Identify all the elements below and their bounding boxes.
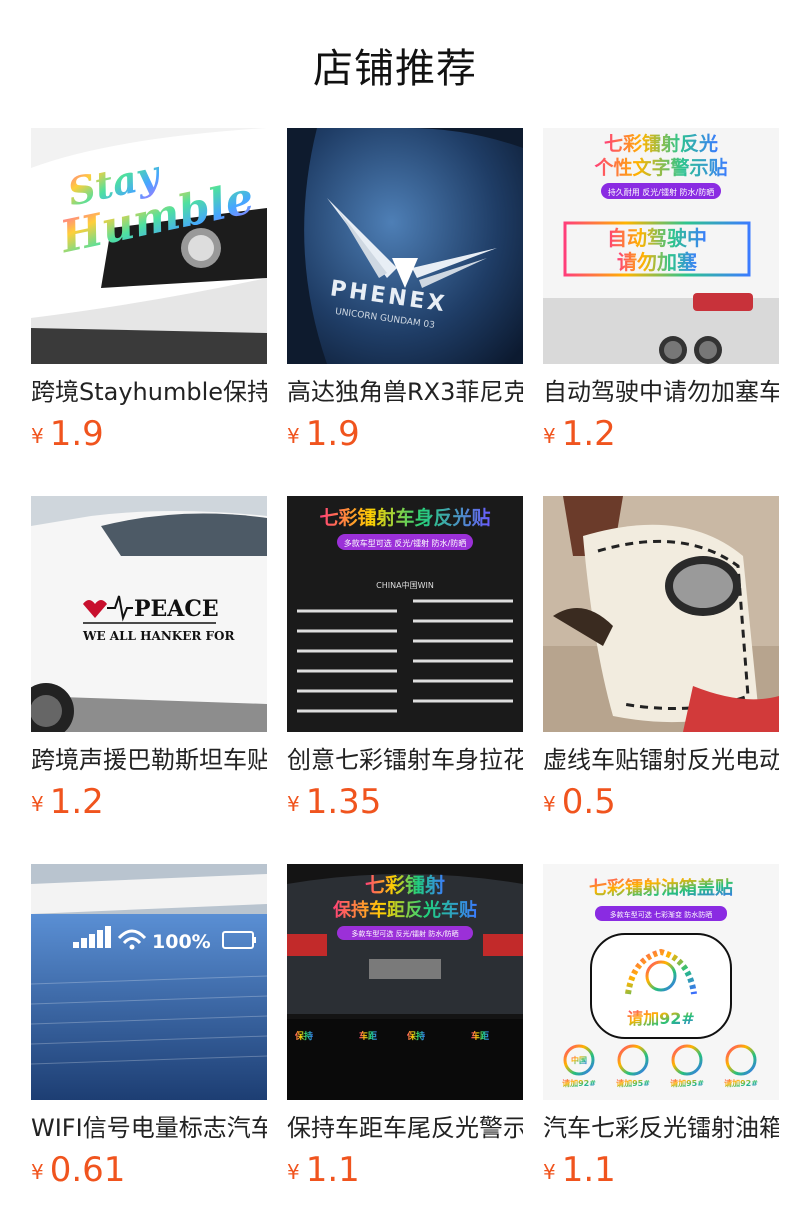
price-value: 1.1 bbox=[561, 1150, 616, 1190]
price-value: 1.9 bbox=[49, 414, 104, 454]
laser-body-stripe-stickers-icon: 七彩镭射车身反光贴 多款车型可选 反光/镭射 防水/防晒 CHINA中国WIN bbox=[287, 496, 523, 732]
currency-symbol: ¥ bbox=[543, 1160, 556, 1184]
svg-text:CHINA中国WIN: CHINA中国WIN bbox=[376, 580, 434, 590]
product-image[interactable]: 七彩镭射油箱盖贴 多款车型可选 七彩渐变 防水防晒 请加92# 中国 请加92#… bbox=[543, 864, 779, 1100]
product-price: ¥1.2 bbox=[543, 414, 616, 454]
currency-symbol: ¥ bbox=[287, 792, 300, 816]
product-image[interactable]: 七彩镭射车身反光贴 多款车型可选 反光/镭射 防水/防晒 CHINA中国WIN bbox=[287, 496, 523, 732]
product-card[interactable]: 七彩镭射反光 个性文字警示贴 持久耐用 反光/镭射 防水/防晒 自动驾驶中 请勿… bbox=[543, 128, 779, 496]
product-image[interactable]: 七彩镭射反光 个性文字警示贴 持久耐用 反光/镭射 防水/防晒 自动驾驶中 请勿… bbox=[543, 128, 779, 364]
svg-text:多款车型可选 七彩渐变 防水防晒: 多款车型可选 七彩渐变 防水防晒 bbox=[610, 910, 712, 919]
car-rear-window-wifi-sticker-icon: 100% bbox=[31, 864, 267, 1100]
price-value: 0.61 bbox=[49, 1150, 126, 1190]
svg-text:保持车距反光车贴: 保持车距反光车贴 bbox=[332, 899, 477, 921]
product-grid: Stay Humble 跨境Stayhumble保持谦逊车贴 ¥1.9 bbox=[31, 128, 790, 1232]
section-title: 店铺推荐 bbox=[313, 46, 477, 92]
product-name[interactable]: 虚线车贴镭射反光电动车 bbox=[543, 744, 779, 776]
currency-symbol: ¥ bbox=[543, 792, 556, 816]
svg-text:持久耐用 反光/镭射 防水/防晒: 持久耐用 反光/镭射 防水/防晒 bbox=[608, 187, 714, 197]
product-card[interactable]: 七彩镭射油箱盖贴 多款车型可选 七彩渐变 防水防晒 请加92# 中国 请加92#… bbox=[543, 864, 779, 1232]
svg-text:自动驾驶中: 自动驾驶中 bbox=[607, 226, 707, 250]
product-image[interactable] bbox=[543, 496, 779, 732]
svg-text:中国: 中国 bbox=[571, 1055, 587, 1065]
svg-text:个性文字警示贴: 个性文字警示贴 bbox=[593, 156, 727, 179]
product-price: ¥1.2 bbox=[31, 782, 104, 822]
car-rear-keep-distance-sticker-icon: 七彩镭射 保持车距反光车贴 多款车型可选 反光/镭射 防水/防晒 保持 车距 保… bbox=[287, 864, 523, 1100]
svg-text:100%: 100% bbox=[152, 931, 211, 953]
svg-text:七彩镭射反光: 七彩镭射反光 bbox=[604, 132, 718, 155]
svg-text:PEACE: PEACE bbox=[134, 596, 219, 622]
product-price: ¥0.5 bbox=[543, 782, 616, 822]
product-name[interactable]: WIFI信号电量标志汽车贴 bbox=[31, 1112, 267, 1144]
price-value: 1.35 bbox=[305, 782, 382, 822]
product-card[interactable]: PHENEX UNICORN GUNDAM 03 高达独角兽RX3菲尼克斯车贴 … bbox=[287, 128, 523, 496]
product-image[interactable]: 七彩镭射 保持车距反光车贴 多款车型可选 反光/镭射 防水/防晒 保持 车距 保… bbox=[287, 864, 523, 1100]
product-name[interactable]: 自动驾驶中请勿加塞车贴 bbox=[543, 376, 779, 408]
svg-text:请加92#: 请加92# bbox=[627, 1009, 695, 1028]
svg-text:请加92#: 请加92# bbox=[562, 1078, 596, 1088]
product-name[interactable]: 保持车距车尾反光警示贴 bbox=[287, 1112, 523, 1144]
product-card[interactable]: 七彩镭射车身反光贴 多款车型可选 反光/镭射 防水/防晒 CHINA中国WIN bbox=[287, 496, 523, 864]
svg-text:七彩镭射车身反光贴: 七彩镭射车身反光贴 bbox=[319, 506, 490, 529]
svg-text:七彩镭射油箱盖贴: 七彩镭射油箱盖贴 bbox=[589, 877, 733, 899]
product-image[interactable]: Stay Humble bbox=[31, 128, 267, 364]
product-price: ¥1.9 bbox=[31, 414, 104, 454]
car-rear-warning-sticker-icon: 七彩镭射反光 个性文字警示贴 持久耐用 反光/镭射 防水/防晒 自动驾驶中 请勿… bbox=[543, 128, 779, 364]
svg-text:请加95#: 请加95# bbox=[670, 1078, 704, 1088]
white-car-door-peace-sticker-icon: PEACE WE ALL HANKER FOR bbox=[31, 496, 267, 732]
product-price: ¥1.9 bbox=[287, 414, 360, 454]
product-image[interactable]: PEACE WE ALL HANKER FOR bbox=[31, 496, 267, 732]
car-front-white-holographic-sticker-icon: Stay Humble bbox=[31, 128, 267, 364]
store-recommendation-page: 店铺推荐 Stay Humble 跨境Stayhumble保持 ¥ 1.9 PH… bbox=[0, 0, 790, 1232]
product-image[interactable]: 100% bbox=[31, 864, 267, 1100]
svg-text:车距: 车距 bbox=[471, 1030, 489, 1042]
product-image[interactable]: PHENEX UNICORN GUNDAM 03 bbox=[287, 128, 523, 364]
product-price: ¥1.1 bbox=[543, 1150, 616, 1190]
product-price: ¥0.61 bbox=[31, 1150, 125, 1190]
svg-text:七彩镭射: 七彩镭射 bbox=[365, 873, 445, 897]
fuel-cap-laser-sticker-icon: 七彩镭射油箱盖贴 多款车型可选 七彩渐变 防水防晒 请加92# 中国 请加92#… bbox=[543, 864, 779, 1100]
product-price: ¥1.35 bbox=[287, 782, 381, 822]
svg-text:多款车型可选 反光/镭射 防水/防晒: 多款车型可选 反光/镭射 防水/防晒 bbox=[344, 538, 466, 548]
product-name[interactable]: 高达独角兽RX3菲尼克斯车贴 bbox=[287, 376, 523, 408]
product-card[interactable]: Stay Humble 跨境Stayhumble保持谦逊车贴 ¥1.9 bbox=[31, 128, 267, 496]
currency-symbol: ¥ bbox=[543, 424, 556, 448]
product-price: ¥1.1 bbox=[287, 1150, 360, 1190]
svg-text:车距: 车距 bbox=[359, 1030, 377, 1042]
svg-text:多款车型可选 反光/镭射 防水/防晒: 多款车型可选 反光/镭射 防水/防晒 bbox=[351, 929, 458, 938]
product-card[interactable]: 七彩镭射 保持车距反光车贴 多款车型可选 反光/镭射 防水/防晒 保持 车距 保… bbox=[287, 864, 523, 1232]
price-value: 1.2 bbox=[49, 782, 104, 822]
product-card[interactable]: 100% WIFI信号电量标志汽车贴 ¥0.61 bbox=[31, 864, 267, 1232]
blue-motorcycle-phenex-sticker-icon: PHENEX UNICORN GUNDAM 03 bbox=[287, 128, 523, 364]
svg-text:保持: 保持 bbox=[294, 1030, 313, 1042]
currency-symbol: ¥ bbox=[31, 1160, 44, 1184]
product-card[interactable]: 虚线车贴镭射反光电动车 ¥0.5 bbox=[543, 496, 779, 864]
svg-text:请加95#: 请加95# bbox=[616, 1078, 650, 1088]
currency-symbol: ¥ bbox=[287, 1160, 300, 1184]
product-name[interactable]: 汽车七彩反光镭射油箱盖贴 bbox=[543, 1112, 779, 1144]
svg-text:请勿加塞: 请勿加塞 bbox=[617, 250, 698, 274]
product-name[interactable]: 跨境Stayhumble保持谦逊车贴 bbox=[31, 376, 267, 408]
svg-text:请加92#: 请加92# bbox=[724, 1078, 758, 1088]
product-name[interactable]: 跨境声援巴勒斯坦车贴 bbox=[31, 744, 267, 776]
product-card[interactable]: PEACE WE ALL HANKER FOR 跨境声援巴勒斯坦车贴 ¥1.2 bbox=[31, 496, 267, 864]
scooter-dashed-line-sticker-icon bbox=[543, 496, 779, 732]
price-value: 0.5 bbox=[561, 782, 616, 822]
svg-text:保持: 保持 bbox=[406, 1030, 425, 1042]
price-value: 1.1 bbox=[305, 1150, 360, 1190]
svg-text:WE ALL HANKER FOR: WE ALL HANKER FOR bbox=[82, 629, 235, 643]
currency-symbol: ¥ bbox=[287, 424, 300, 448]
price-value: 1.9 bbox=[305, 414, 360, 454]
currency-symbol: ¥ bbox=[31, 792, 44, 816]
currency-symbol: ¥ bbox=[31, 424, 44, 448]
product-name[interactable]: 创意七彩镭射车身拉花 bbox=[287, 744, 523, 776]
price-value: 1.2 bbox=[561, 414, 616, 454]
